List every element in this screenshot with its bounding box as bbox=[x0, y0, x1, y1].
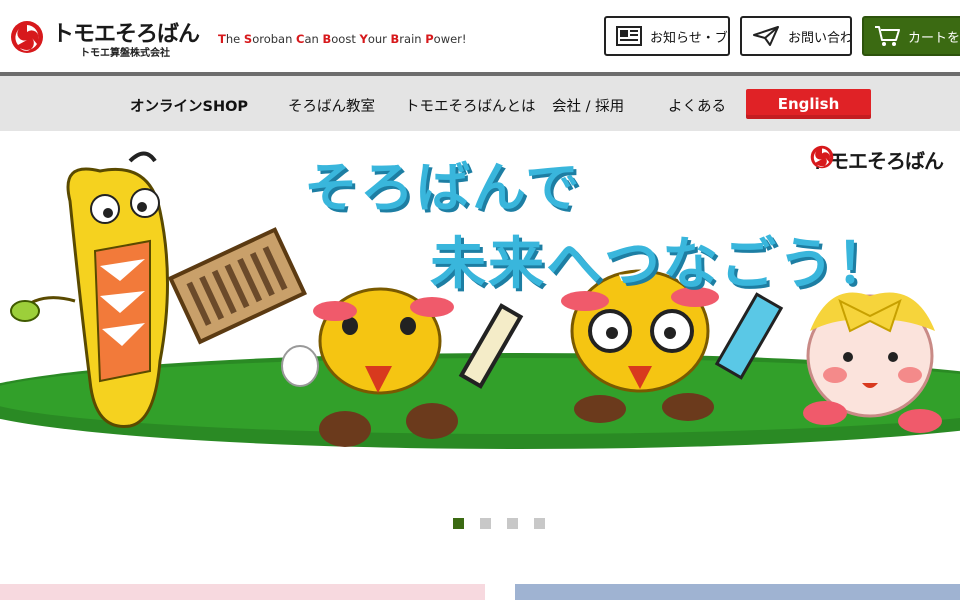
feature-card-right[interactable] bbox=[515, 584, 960, 600]
contact-label: お問い合わせ bbox=[788, 30, 852, 46]
carousel-dot-3[interactable] bbox=[507, 518, 518, 529]
abacus-brown bbox=[167, 227, 308, 345]
shopping-cart-icon bbox=[875, 26, 900, 46]
view-cart-button[interactable]: カートを見る bbox=[862, 16, 960, 56]
feature-card-left[interactable] bbox=[0, 584, 485, 600]
english-button[interactable]: English bbox=[746, 89, 871, 119]
site-tagline: The Soroban Can Boost Your Brain Power! bbox=[218, 32, 467, 46]
carousel-indicators bbox=[453, 518, 545, 529]
hero-brand-logo: トモエそろばん bbox=[810, 145, 944, 174]
site-header: トモエそろばん トモエ算盤株式会社 The Soroban Can Boost … bbox=[0, 0, 960, 72]
tomoe-logo-icon[interactable] bbox=[10, 20, 44, 54]
carousel-dot-2[interactable] bbox=[480, 518, 491, 529]
newspaper-icon bbox=[616, 26, 642, 46]
nav-online-shop[interactable]: オンラインSHOP bbox=[130, 95, 248, 116]
view-cart-label: カートを見る bbox=[908, 30, 960, 46]
news-blog-label: お知らせ・ブログ bbox=[650, 30, 728, 46]
hero-banner[interactable]: そろばんで 未来へつなごう！ トモエそろばん bbox=[0, 131, 960, 491]
paper-plane-icon bbox=[753, 26, 779, 46]
tomoe-logo-icon bbox=[810, 145, 834, 169]
contact-button[interactable]: お問い合わせ bbox=[740, 16, 852, 56]
hero-headline-line1: そろばんで bbox=[304, 156, 582, 219]
main-nav: オンラインSHOP そろばん教室 トモエそろばんとは 会社 / 採用 よくある … bbox=[0, 76, 960, 131]
nav-soroban-class[interactable]: そろばん教室 bbox=[288, 95, 375, 116]
hero-headline-line2: 未来へつなごう！ bbox=[430, 232, 894, 297]
news-blog-button[interactable]: お知らせ・ブログ bbox=[604, 16, 730, 56]
nav-company-recruit[interactable]: 会社 / 採用 bbox=[552, 95, 624, 116]
carousel-dot-4[interactable] bbox=[534, 518, 545, 529]
company-name: トモエ算盤株式会社 bbox=[80, 48, 170, 59]
nav-faq[interactable]: よくある bbox=[668, 95, 726, 116]
mascot-girl bbox=[803, 292, 942, 433]
nav-about-tomoe[interactable]: トモエそろばんとは bbox=[405, 95, 536, 116]
carousel-dot-1[interactable] bbox=[453, 518, 464, 529]
